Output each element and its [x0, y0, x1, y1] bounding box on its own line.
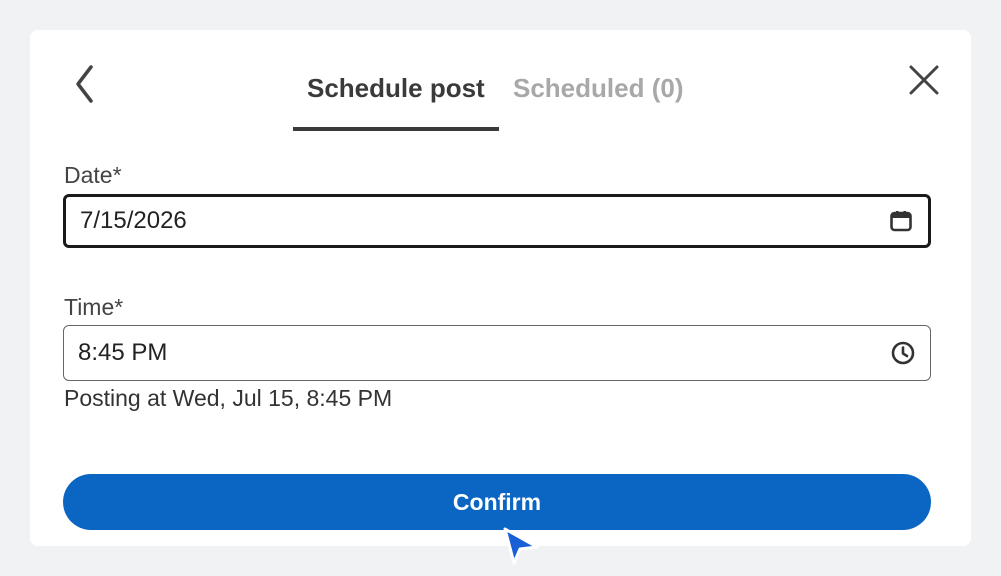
time-label: Time* [64, 294, 124, 320]
close-icon [909, 65, 939, 95]
time-value[interactable]: 8:45 PM [78, 339, 890, 367]
close-button[interactable] [904, 60, 944, 100]
date-value[interactable]: 7/15/2026 [80, 207, 888, 235]
chevron-left-icon [76, 65, 93, 103]
posting-time-helper: Posting at Wed, Jul 15, 8:45 PM [64, 385, 393, 411]
tab-bar: Schedule post Scheduled (0) [293, 70, 697, 131]
time-field[interactable]: 8:45 PM [63, 325, 931, 381]
calendar-icon[interactable] [888, 208, 914, 234]
date-label: Date* [64, 162, 122, 188]
schedule-post-modal: Schedule post Scheduled (0) Date* 7/15/2… [30, 30, 971, 546]
clock-icon[interactable] [890, 340, 916, 366]
confirm-button[interactable]: Confirm [63, 474, 931, 530]
tab-schedule-post[interactable]: Schedule post [293, 70, 499, 131]
back-button[interactable] [66, 62, 102, 106]
tab-scheduled[interactable]: Scheduled (0) [499, 70, 697, 131]
date-field[interactable]: 7/15/2026 [63, 194, 931, 248]
